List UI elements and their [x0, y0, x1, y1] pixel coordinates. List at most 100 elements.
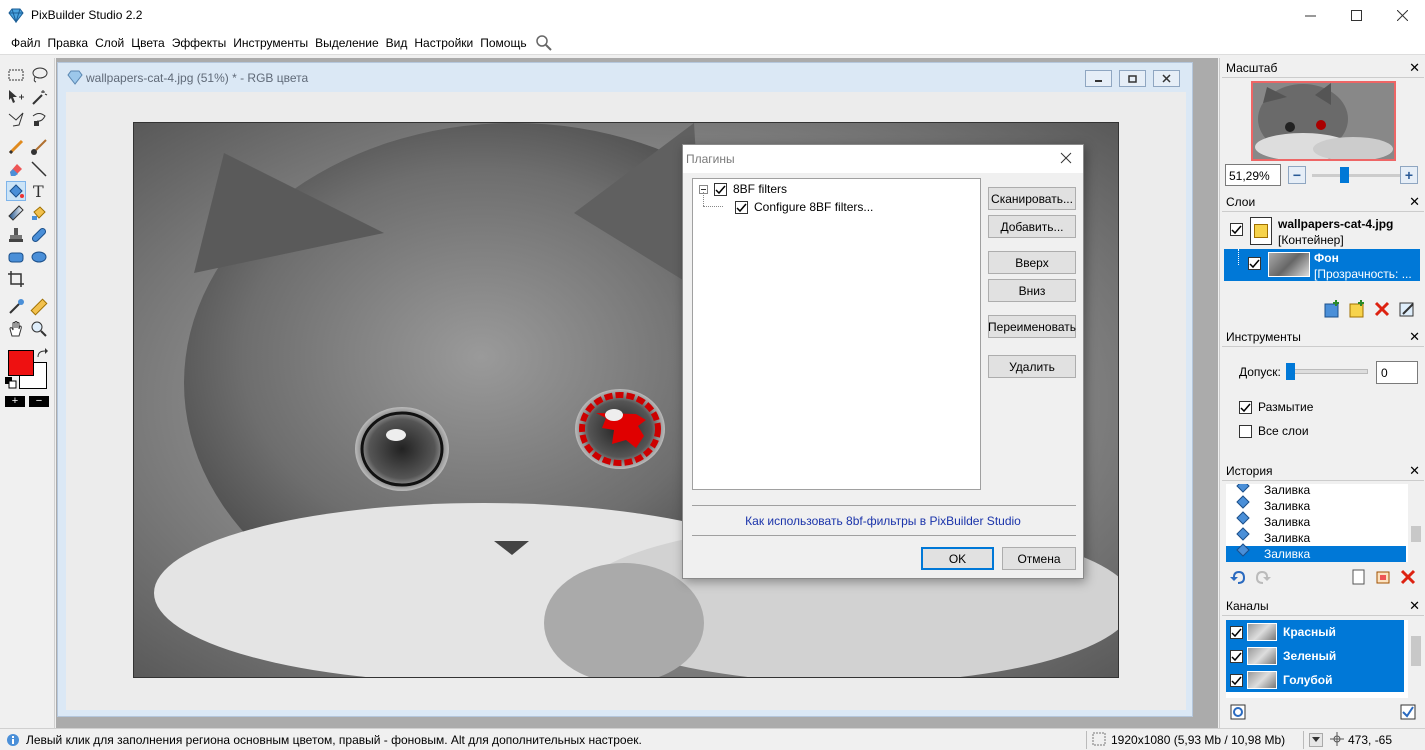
tree-node-8bf[interactable]: 8BF filters	[699, 181, 787, 197]
zoom-slider-thumb[interactable]	[1340, 167, 1349, 183]
pencil-tool[interactable]	[6, 137, 26, 157]
magic-wand-tool[interactable]	[29, 87, 49, 107]
doc-restore-button[interactable]	[1119, 70, 1146, 87]
layer-properties-button[interactable]	[1397, 299, 1417, 319]
tree-node-configure[interactable]: Configure 8BF filters...	[735, 199, 873, 215]
channel-checkbox[interactable]	[1230, 649, 1243, 663]
channel-to-selection-button[interactable]	[1228, 702, 1248, 722]
tolerance-input[interactable]: 0	[1376, 361, 1418, 384]
new-snapshot-button[interactable]	[1348, 567, 1368, 587]
zoom-input[interactable]: 51,29%	[1225, 164, 1281, 186]
menu-layer[interactable]: Слой	[92, 36, 127, 50]
zoom-in-mini-button[interactable]: +	[5, 396, 25, 407]
doc-minimize-button[interactable]	[1085, 70, 1112, 87]
close-window-button[interactable]	[1379, 0, 1425, 31]
channels-scrollbar[interactable]	[1408, 620, 1424, 698]
snapshot-button[interactable]	[1373, 567, 1393, 587]
delete-button[interactable]: Удалить	[988, 355, 1076, 378]
cancel-button[interactable]: Отмена	[1002, 547, 1076, 570]
rounded-rect-tool[interactable]	[6, 247, 26, 267]
default-colors-icon[interactable]	[5, 377, 17, 389]
text-tool[interactable]: T	[29, 181, 49, 201]
swap-colors-icon[interactable]	[36, 348, 48, 360]
channel-row-blue[interactable]: Голубой	[1226, 668, 1404, 692]
delete-layer-button[interactable]	[1372, 299, 1392, 319]
crop-tool[interactable]	[6, 269, 26, 289]
menu-view[interactable]: Вид	[383, 36, 411, 50]
ellipse-tool[interactable]	[29, 247, 49, 267]
close-icon[interactable]: ✕	[1409, 329, 1420, 345]
blur-checkbox-row[interactable]: Размытие	[1239, 400, 1313, 414]
zoom-out-button[interactable]: −	[1288, 166, 1306, 184]
undo-button[interactable]	[1228, 567, 1248, 587]
menu-selection[interactable]: Выделение	[312, 36, 382, 50]
close-icon[interactable]	[1057, 149, 1075, 167]
add-button[interactable]: Добавить...	[988, 215, 1076, 238]
rename-button[interactable]: Переименовать	[988, 315, 1076, 338]
rect-select-tool[interactable]	[6, 65, 26, 85]
channel-row-green[interactable]: Зеленый	[1226, 644, 1404, 668]
new-group-button[interactable]	[1347, 299, 1367, 319]
zoom-tool[interactable]	[29, 319, 49, 339]
tolerance-slider-thumb[interactable]	[1286, 363, 1295, 380]
doc-close-button[interactable]	[1153, 70, 1180, 87]
gradient-tool[interactable]	[6, 203, 26, 223]
hand-tool[interactable]	[6, 319, 26, 339]
close-icon[interactable]: ✕	[1409, 194, 1420, 210]
line-tool[interactable]	[29, 159, 49, 179]
healing-tool[interactable]	[29, 225, 49, 245]
close-icon[interactable]: ✕	[1409, 60, 1420, 76]
channel-options-button[interactable]	[1398, 702, 1418, 722]
clear-history-button[interactable]	[1398, 567, 1418, 587]
stamp-tool[interactable]	[6, 225, 26, 245]
measure-tool[interactable]	[29, 297, 49, 317]
all-layers-checkbox-row[interactable]: Все слои	[1239, 424, 1309, 438]
foreground-color-front[interactable]	[8, 350, 34, 376]
move-tool[interactable]	[6, 87, 26, 107]
status-dropdown[interactable]	[1309, 733, 1323, 747]
channels-list[interactable]: Красный Зеленый Голубой	[1226, 620, 1424, 698]
blur-checkbox[interactable]	[1239, 400, 1252, 414]
move-up-button[interactable]: Вверх	[988, 251, 1076, 274]
new-layer-button[interactable]	[1322, 299, 1342, 319]
close-icon[interactable]: ✕	[1409, 463, 1420, 479]
history-scrollbar[interactable]	[1408, 484, 1424, 562]
magnetic-lasso-tool[interactable]	[29, 109, 49, 129]
history-list[interactable]: Заливка Заливка Заливка Заливка Заливка	[1226, 484, 1424, 562]
layer-row[interactable]: wallpapers-cat-4.jpg [Контейнер]	[1224, 215, 1420, 247]
menu-tools[interactable]: Инструменты	[230, 36, 311, 50]
tree-checkbox[interactable]	[735, 200, 748, 214]
all-layers-checkbox[interactable]	[1239, 424, 1252, 438]
zoom-in-button[interactable]: +	[1400, 166, 1418, 184]
lasso-tool[interactable]	[29, 65, 49, 85]
menu-effects[interactable]: Эффекты	[169, 36, 230, 50]
menu-colors[interactable]: Цвета	[128, 36, 167, 50]
channel-row-red[interactable]: Красный	[1226, 620, 1404, 644]
maximize-button[interactable]	[1333, 0, 1379, 31]
menu-help[interactable]: Помощь	[477, 36, 529, 50]
minimize-button[interactable]	[1287, 0, 1333, 31]
eyedropper-tool[interactable]	[6, 297, 26, 317]
tree-checkbox[interactable]	[714, 182, 727, 196]
search-icon[interactable]	[535, 34, 553, 52]
navigator-thumbnail[interactable]	[1251, 81, 1396, 161]
clone-fill-tool[interactable]	[29, 203, 49, 223]
ok-button[interactable]: OK	[921, 547, 994, 570]
menu-file[interactable]: Файл	[8, 36, 44, 50]
close-icon[interactable]: ✕	[1409, 598, 1420, 614]
scan-button[interactable]: Сканировать...	[988, 187, 1076, 210]
menu-edit[interactable]: Правка	[45, 36, 92, 50]
channel-checkbox[interactable]	[1230, 625, 1243, 639]
zoom-slider-track[interactable]	[1312, 174, 1402, 177]
channel-checkbox[interactable]	[1230, 673, 1243, 687]
brush-tool[interactable]	[29, 137, 49, 157]
layer-visibility-checkbox[interactable]	[1248, 257, 1261, 270]
redo-button[interactable]	[1253, 567, 1273, 587]
help-link[interactable]: Как использовать 8bf-фильтры в PixBuilde…	[683, 514, 1083, 528]
eraser-tool[interactable]	[6, 159, 26, 179]
plugin-tree[interactable]: 8BF filters Configure 8BF filters...	[692, 178, 981, 490]
layer-visibility-checkbox[interactable]	[1230, 223, 1243, 236]
menu-settings[interactable]: Настройки	[411, 36, 476, 50]
move-down-button[interactable]: Вниз	[988, 279, 1076, 302]
polygon-lasso-tool[interactable]	[6, 109, 26, 129]
